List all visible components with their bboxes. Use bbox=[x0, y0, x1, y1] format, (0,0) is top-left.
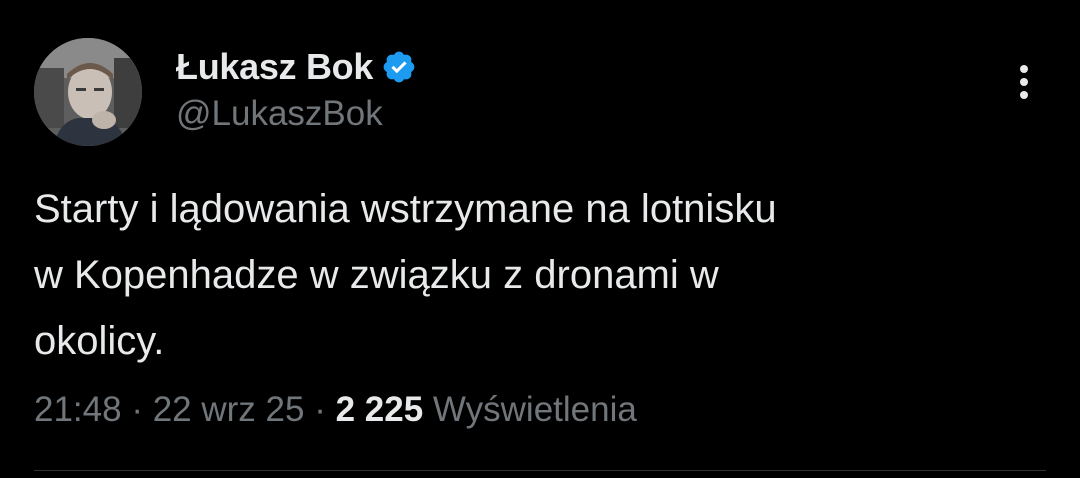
tweet-time[interactable]: 21:48 bbox=[34, 390, 122, 429]
tweet-text-line: okolicy. bbox=[34, 319, 165, 363]
divider bbox=[34, 470, 1046, 471]
tweet: Łukasz Bok @LukaszBok Starty i lądowania… bbox=[0, 0, 1080, 478]
author-display-name[interactable]: Łukasz Bok bbox=[176, 46, 373, 88]
tweet-text: Starty i lądowania wstrzymane na lotnisk… bbox=[34, 176, 1044, 374]
tweet-date[interactable]: 22 wrz 25 bbox=[153, 390, 305, 429]
verified-badge-icon[interactable] bbox=[381, 49, 417, 85]
avatar-photo-icon bbox=[34, 38, 142, 146]
more-vertical-icon bbox=[1020, 65, 1028, 99]
views-count[interactable]: 2 225 bbox=[336, 390, 424, 429]
meta-separator: · bbox=[314, 390, 326, 429]
avatar[interactable] bbox=[34, 38, 142, 146]
tweet-text-line: Starty i lądowania wstrzymane na lotnisk… bbox=[34, 187, 777, 231]
views-label[interactable]: Wyświetlenia bbox=[433, 390, 637, 429]
tweet-meta: 21:48 · 22 wrz 25 · 2 225 Wyświetlenia bbox=[34, 390, 637, 430]
author-handle[interactable]: @LukaszBok bbox=[176, 94, 383, 134]
more-options-button[interactable] bbox=[1004, 60, 1044, 104]
tweet-text-line: w Kopenhadze w związku z dronami w bbox=[34, 253, 719, 297]
meta-separator: · bbox=[131, 390, 143, 429]
author-name-row[interactable]: Łukasz Bok bbox=[176, 44, 417, 90]
